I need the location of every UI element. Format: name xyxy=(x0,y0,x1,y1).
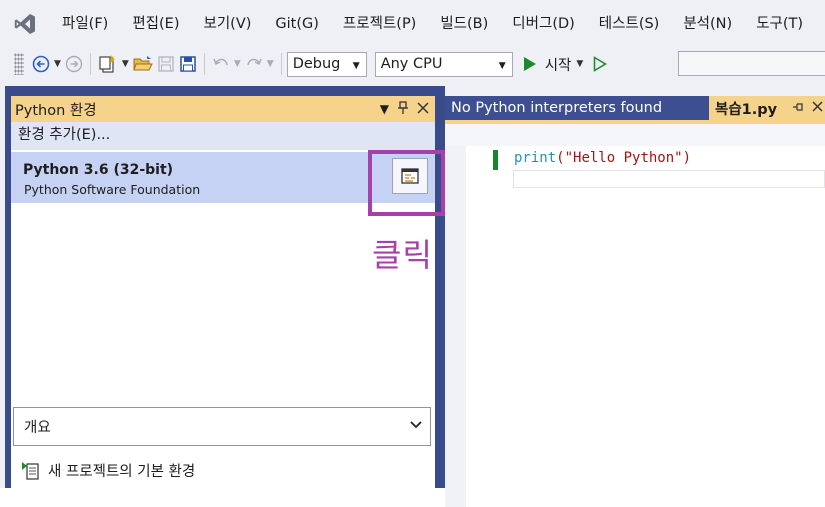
menu-analyze[interactable]: 분석(N) xyxy=(671,9,744,39)
code-keyword: print xyxy=(514,150,557,166)
solution-platform-value: Any CPU xyxy=(380,56,443,72)
undo-icon xyxy=(213,58,228,66)
back-arrow-icon xyxy=(32,55,50,73)
save-all-button[interactable] xyxy=(179,52,197,76)
code-line-1[interactable]: print("Hello Python") xyxy=(514,150,691,166)
close-tab-icon[interactable] xyxy=(812,101,823,115)
editor-gutter xyxy=(445,146,466,507)
menu-project[interactable]: 프로젝트(P) xyxy=(331,9,428,39)
new-project-icon xyxy=(99,55,115,73)
navigation-bar xyxy=(445,124,825,146)
close-icon[interactable] xyxy=(417,101,429,117)
environment-view-select[interactable]: 개요 xyxy=(13,407,431,446)
menu-tools[interactable]: 도구(T) xyxy=(744,9,815,39)
environment-name: Python 3.6 (32-bit) xyxy=(23,162,174,178)
environment-vendor: Python Software Foundation xyxy=(24,182,201,197)
panel-title: Python 환경 xyxy=(15,102,97,119)
toolbar-search-box[interactable] xyxy=(678,51,825,76)
solution-configuration-value: Debug xyxy=(292,56,341,72)
play-outline-icon xyxy=(594,56,608,72)
pin-tab-icon[interactable] xyxy=(792,101,804,116)
annotation-text: 클릭 xyxy=(372,236,433,274)
new-project-button[interactable] xyxy=(98,52,118,76)
save-disabled-icon xyxy=(158,56,174,72)
menu-file[interactable]: 파일(F) xyxy=(50,9,120,39)
menu-debug[interactable]: 디버그(D) xyxy=(500,9,587,39)
redo-icon xyxy=(247,58,262,66)
navigate-forward-button[interactable] xyxy=(65,52,83,76)
open-file-button[interactable] xyxy=(133,52,153,76)
solution-platform-select[interactable]: Any CPU ▼ xyxy=(374,51,513,77)
default-environment-label: 새 프로젝트의 기본 환경 xyxy=(48,464,196,480)
menu-test[interactable]: 테스트(S) xyxy=(587,9,672,39)
undo-dropdown-caret-icon[interactable]: ▼ xyxy=(234,59,241,69)
toolbar-separator xyxy=(203,53,205,75)
undo-button[interactable] xyxy=(212,52,230,76)
environment-view-value: 개요 xyxy=(24,420,51,436)
toolbar-separator xyxy=(89,53,91,75)
current-line-highlight xyxy=(513,170,825,188)
forward-arrow-icon xyxy=(65,55,83,73)
panel-header: Python 환경 ▼ xyxy=(11,96,435,122)
start-label: 시작 xyxy=(544,57,572,74)
save-all-icon xyxy=(180,56,196,72)
solution-configuration-select[interactable]: Debug ▼ xyxy=(286,51,367,77)
back-dropdown-caret-icon[interactable]: ▼ xyxy=(54,59,61,69)
add-environment-link[interactable]: 환경 추가(E)... xyxy=(11,122,435,150)
tab-title: 복습1.py xyxy=(715,101,778,118)
chevron-down-icon xyxy=(410,418,422,433)
chevron-down-icon: ▼ xyxy=(498,60,506,71)
left-panel-bottom-margin xyxy=(0,488,445,507)
navigate-back-button[interactable] xyxy=(32,52,50,76)
default-environment-icon xyxy=(22,461,39,480)
redo-dropdown-caret-icon[interactable]: ▼ xyxy=(267,59,274,69)
default-environment-link[interactable]: 새 프로젝트의 기본 환경 xyxy=(21,460,195,481)
pin-icon[interactable] xyxy=(397,100,409,118)
visual-studio-logo-icon[interactable] xyxy=(0,0,50,48)
change-indicator xyxy=(493,150,498,170)
tab-review1-py[interactable]: 복습1.py xyxy=(709,96,825,120)
save-button[interactable] xyxy=(157,52,175,76)
tab-no-python-interpreters[interactable]: No Python interpreters found xyxy=(445,96,710,120)
menu-build[interactable]: 빌드(B) xyxy=(428,9,500,39)
open-folder-icon xyxy=(133,56,153,71)
menu-edit[interactable]: 편집(E) xyxy=(120,9,191,39)
start-without-debugging-button[interactable] xyxy=(593,52,608,76)
play-icon xyxy=(523,57,536,71)
chevron-down-icon: ▼ xyxy=(352,60,360,71)
toolbar-separator xyxy=(280,53,282,75)
toolbar-grip[interactable] xyxy=(14,53,24,75)
menu-view[interactable]: 보기(V) xyxy=(192,9,264,39)
new-project-dropdown-caret-icon[interactable]: ▼ xyxy=(122,59,129,69)
menu-bar: 파일(F) 편집(E) 보기(V) Git(G) 프로젝트(P) 빌드(B) 디… xyxy=(0,0,825,48)
window-position-dropdown-icon[interactable]: ▼ xyxy=(380,102,389,116)
code-string: ("Hello Python") xyxy=(556,150,692,166)
redo-button[interactable] xyxy=(245,52,263,76)
start-debugging-button[interactable]: 시작 ▼ xyxy=(523,54,586,75)
annotation-highlight-box xyxy=(368,150,445,216)
menu-git[interactable]: Git(G) xyxy=(263,9,331,39)
code-editor[interactable]: print("Hello Python") xyxy=(445,146,825,507)
start-dropdown-caret-icon[interactable]: ▼ xyxy=(576,59,583,69)
